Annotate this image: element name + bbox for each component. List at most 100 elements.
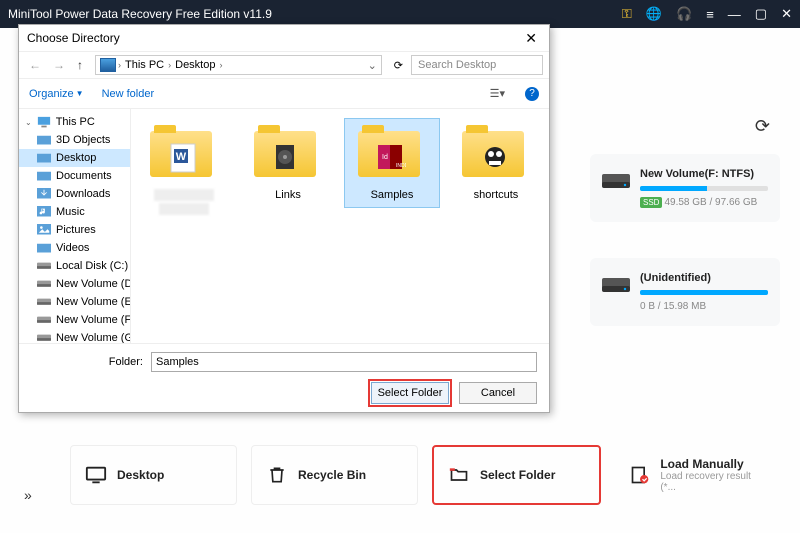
tree-item-icon <box>37 224 51 236</box>
tree-item[interactable]: Local Disk (C:) <box>19 257 130 275</box>
dialog-buttons: Select Folder Cancel <box>31 382 537 404</box>
folder-label: Folder: <box>31 356 143 368</box>
globe-icon[interactable]: 🌐 <box>646 6 662 22</box>
select-folder-button[interactable]: Select Folder <box>371 382 449 404</box>
chevron-right-icon: › <box>219 60 222 70</box>
file-item[interactable]: W <box>137 119 231 223</box>
help-icon[interactable]: ? <box>525 87 539 101</box>
key-icon[interactable]: ⚿ <box>622 6 632 22</box>
recyclebin-card[interactable]: Recycle Bin <box>251 445 418 505</box>
tree-item[interactable]: Pictures <box>19 221 130 239</box>
headset-icon[interactable]: 🎧 <box>676 6 692 22</box>
tree-item-label: Desktop <box>56 152 96 164</box>
chevron-down-icon: ▼ <box>76 89 84 98</box>
organize-menu[interactable]: Organize ▼ <box>29 88 84 100</box>
drive-info: (Unidentified) 0 B / 15.98 MB <box>640 272 768 312</box>
file-label: shortcuts <box>451 189 541 201</box>
file-label: Links <box>243 189 333 201</box>
tree-item-icon <box>37 332 51 343</box>
tree-item[interactable]: Documents <box>19 167 130 185</box>
drive-name: (Unidentified) <box>640 272 768 284</box>
up-icon[interactable]: ↑ <box>73 56 87 74</box>
close-icon[interactable]: ✕ <box>781 6 792 22</box>
tree-item-label: New Volume (D:) <box>56 278 131 290</box>
desktop-icon <box>85 464 107 486</box>
refresh-icon[interactable]: ⟳ <box>755 116 770 137</box>
tree-item[interactable]: New Volume (E:) <box>19 293 130 311</box>
recyclebin-label: Recycle Bin <box>298 468 366 482</box>
tree-item-icon <box>37 278 51 290</box>
drive-size: SSD49.58 GB / 97.66 GB <box>640 197 768 208</box>
file-item[interactable]: shortcuts <box>449 119 543 207</box>
tree-item-icon <box>37 134 51 146</box>
tree-item[interactable]: Downloads <box>19 185 130 203</box>
file-item[interactable]: Links <box>241 119 335 207</box>
drive-size: 0 B / 15.98 MB <box>640 301 768 312</box>
bottom-actions: Desktop Recycle Bin Select Folder Load M… <box>70 445 780 505</box>
tree-item[interactable]: New Volume (G:) <box>19 329 130 343</box>
pc-icon <box>100 58 116 72</box>
breadcrumb-seg[interactable]: Desktop <box>173 59 217 71</box>
dialog-titlebar: Choose Directory ✕ <box>19 25 549 51</box>
desktop-card[interactable]: Desktop <box>70 445 237 505</box>
chevron-down-icon: ⌄ <box>25 118 32 127</box>
tree-item-icon <box>37 260 51 272</box>
file-item-selected[interactable]: IdINDD Samples <box>345 119 439 207</box>
selectfolder-card[interactable]: Select Folder <box>432 445 601 505</box>
menu-icon[interactable]: ≡ <box>706 7 714 22</box>
search-input[interactable]: Search Desktop <box>411 55 543 75</box>
loadmanually-card[interactable]: Load Manually Load recovery result (*... <box>615 445 780 505</box>
newfolder-button[interactable]: New folder <box>102 88 155 100</box>
ssd-badge: SSD <box>640 197 662 208</box>
tree-item-icon <box>37 242 51 254</box>
nav-refresh-icon[interactable]: ⟳ <box>390 57 407 74</box>
drive-name: New Volume(F: NTFS) <box>640 168 768 180</box>
drive-icon <box>602 170 630 190</box>
file-grid[interactable]: W Links IdINDD Samples shortcuts <box>131 109 549 343</box>
tree-item[interactable]: Music <box>19 203 130 221</box>
forward-icon[interactable]: → <box>49 56 69 74</box>
tree-item-label: New Volume (G:) <box>56 332 131 343</box>
dropdown-icon[interactable]: ⌄ <box>368 59 377 72</box>
back-icon[interactable]: ← <box>25 56 45 74</box>
drive-icon <box>602 274 630 294</box>
breadcrumb-seg[interactable]: This PC <box>123 59 166 71</box>
drive-usage-bar <box>640 290 768 295</box>
tree-item-label: 3D Objects <box>56 134 110 146</box>
cancel-button[interactable]: Cancel <box>459 382 537 404</box>
folder-tree[interactable]: ⌄ This PC 3D Objects Desktop DocumentsDown… <box>19 109 131 343</box>
tree-item[interactable]: Desktop <box>19 149 130 167</box>
file-label <box>159 203 209 215</box>
tree-item-icon <box>37 152 51 164</box>
drive-usage-bar <box>640 186 768 191</box>
tree-item-label: Videos <box>56 242 89 254</box>
expand-handle-icon[interactable]: » <box>24 487 32 503</box>
tree-item[interactable]: Videos <box>19 239 130 257</box>
tree-item-label: Pictures <box>56 224 96 236</box>
trash-icon <box>266 464 288 486</box>
tree-item[interactable]: New Volume (F:) <box>19 311 130 329</box>
drive-card[interactable]: (Unidentified) 0 B / 15.98 MB <box>590 258 780 326</box>
folder-name-input[interactable] <box>151 352 537 372</box>
breadcrumb[interactable]: › This PC › Desktop › ⌄ <box>95 55 382 75</box>
minimize-icon[interactable]: — <box>728 7 741 22</box>
svg-text:Id: Id <box>382 154 388 161</box>
tree-item-icon <box>37 206 51 218</box>
desktop-label: Desktop <box>117 468 164 482</box>
folder-icon <box>448 464 470 486</box>
choose-directory-dialog: Choose Directory ✕ ← → ↑ › This PC › Des… <box>18 24 550 413</box>
dialog-footer: Folder: Select Folder Cancel <box>19 343 549 412</box>
chevron-right-icon: › <box>168 60 171 70</box>
dialog-close-icon[interactable]: ✕ <box>521 30 541 47</box>
drive-card[interactable]: New Volume(F: NTFS) SSD49.58 GB / 97.66 … <box>590 154 780 222</box>
dialog-toolbar: Organize ▼ New folder ☰▾ ? <box>19 79 549 109</box>
file-label: Samples <box>347 189 437 201</box>
tree-item[interactable]: New Volume (D:) <box>19 275 130 293</box>
maximize-icon[interactable]: ▢ <box>755 6 767 22</box>
tree-item[interactable]: 3D Objects <box>19 131 130 149</box>
tree-root-thispc[interactable]: ⌄ This PC <box>19 113 130 131</box>
tree-item-label: Music <box>56 206 85 218</box>
view-mode-icon[interactable]: ☰▾ <box>488 87 507 100</box>
selectfolder-label: Select Folder <box>480 468 555 482</box>
svg-text:W: W <box>176 151 187 163</box>
